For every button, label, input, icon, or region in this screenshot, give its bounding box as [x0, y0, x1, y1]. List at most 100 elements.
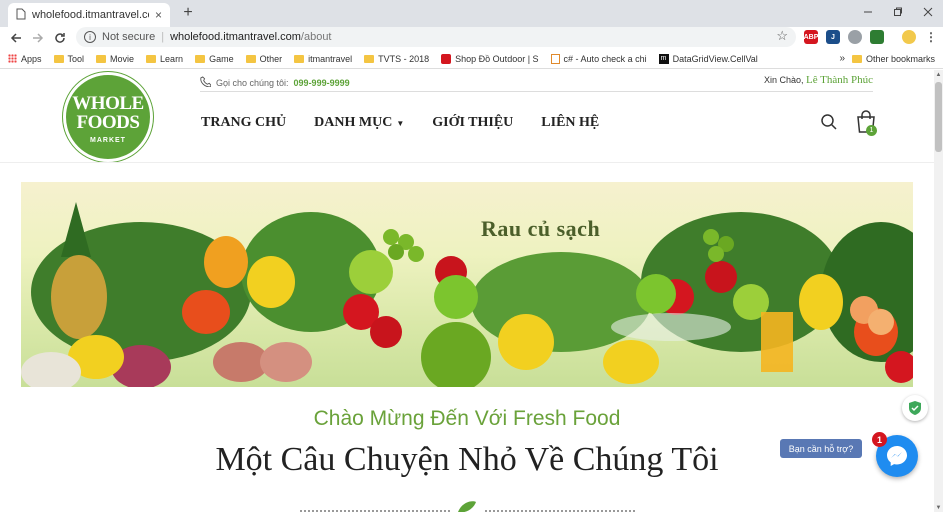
- user-name-link[interactable]: Lê Thành Phúc: [806, 74, 873, 86]
- bookmark-shop-outdoor[interactable]: Shop Đồ Outdoor | S: [441, 53, 539, 64]
- phone-contact: Gọi cho chúng tôi: 099-999-9999: [200, 76, 350, 90]
- folder-icon: [364, 54, 375, 63]
- phone-label: Gọi cho chúng tôi:: [216, 78, 289, 88]
- banner-title: Rau củ sạch: [481, 216, 601, 241]
- nav-label: TRANG CHỦ: [201, 115, 287, 130]
- messenger-icon: [887, 446, 907, 466]
- bookmark-label: itmantravel: [308, 53, 353, 64]
- menu-kebab-icon[interactable]: ⋮: [924, 30, 938, 44]
- bookmark-datagridview[interactable]: m DataGridView.CellVal: [658, 53, 758, 64]
- scroll-thumb[interactable]: [935, 82, 942, 152]
- bookmark-csharp[interactable]: c# - Auto check a chi: [550, 53, 647, 64]
- welcome-subtitle: Chào Mừng Đến Với Fresh Food: [313, 407, 621, 430]
- messenger-unread-badge: 1: [872, 432, 887, 447]
- bookmark-label: Learn: [160, 53, 184, 64]
- folder-icon: [245, 54, 256, 63]
- info-icon[interactable]: i: [84, 31, 96, 43]
- globe-extension-icon[interactable]: [870, 30, 884, 44]
- forward-icon[interactable]: [28, 29, 48, 47]
- bookmark-game[interactable]: Game: [195, 54, 234, 64]
- url-path: /about: [300, 31, 332, 43]
- user-greeting: Xin Chào, Lê Thành Phúc: [764, 74, 873, 86]
- bookmark-label: Movie: [110, 53, 135, 64]
- greeting-prefix: Xin Chào,: [763, 75, 804, 85]
- cloud-extension-icon[interactable]: [848, 30, 862, 44]
- main-navigation: TRANG CHỦ DANH MỤC ▼ GIỚI THIỆU LIÊN HỆ: [201, 115, 599, 131]
- page-icon: [16, 8, 26, 23]
- reload-icon[interactable]: [50, 29, 70, 47]
- restore-icon[interactable]: [883, 2, 913, 22]
- nav-label: GIỚI THIỆU: [432, 115, 514, 130]
- apps-grid-icon: [8, 54, 17, 63]
- nav-label: LIÊN HỆ: [541, 115, 600, 130]
- scroll-up-icon[interactable]: ▲: [934, 70, 943, 79]
- profile-avatar-icon[interactable]: [902, 30, 916, 44]
- bookmark-label: Shop Đồ Outdoor | S: [455, 53, 539, 64]
- webpage: WHOLE FOODS MARKET Gọi cho chúng tôi: 09…: [0, 70, 934, 512]
- caret-down-icon: ▼: [396, 118, 405, 128]
- bookmark-label: Tool: [67, 53, 85, 64]
- nav-categories[interactable]: DANH MỤC ▼: [314, 115, 404, 131]
- phone-number[interactable]: 099-999-9999: [294, 78, 350, 88]
- address-bar[interactable]: i Not secure | wholefood.itmantravel.com…: [76, 27, 796, 47]
- bookmark-label: Apps: [21, 53, 42, 64]
- page-scrollbar[interactable]: ▲ ▼: [934, 70, 943, 512]
- page-icon: [550, 53, 560, 64]
- nav-home[interactable]: TRANG CHỦ: [201, 115, 286, 131]
- folder-icon: [96, 54, 107, 63]
- bookmark-other[interactable]: Other: [245, 53, 283, 64]
- not-secure-label: Not secure: [102, 31, 156, 43]
- bookmark-movie[interactable]: Movie: [96, 54, 134, 64]
- folder-icon: [851, 55, 862, 63]
- bookmark-apps[interactable]: Apps: [8, 54, 42, 64]
- browser-tab[interactable]: wholefood.itmantravel.com/abou ×: [8, 3, 170, 27]
- bookmark-tool[interactable]: Tool: [53, 53, 85, 64]
- minimize-icon[interactable]: [853, 2, 883, 22]
- folder-icon: [294, 54, 305, 63]
- bookmark-label: Other: [259, 53, 283, 64]
- header-topbar: Gọi cho chúng tôi: 099-999-9999 Xin Chào…: [200, 74, 873, 92]
- tab-close-icon[interactable]: ×: [155, 8, 162, 22]
- browser-tab-strip: wholefood.itmantravel.com/abou × +: [0, 0, 943, 27]
- url-text[interactable]: wholefood.itmantravel.com/about: [170, 31, 331, 43]
- url-separator: |: [161, 31, 165, 43]
- other-bookmarks[interactable]: Other bookmarks: [851, 54, 935, 64]
- tab-title: wholefood.itmantravel.com/abou: [32, 9, 149, 21]
- bookmark-learn[interactable]: Learn: [146, 54, 183, 64]
- bookmarks-bar: Apps Tool Movie Learn Game Other itmantr…: [0, 49, 943, 69]
- search-icon[interactable]: [820, 113, 838, 131]
- browser-toolbar: i Not secure | wholefood.itmantravel.com…: [0, 27, 943, 49]
- folder-icon: [53, 54, 64, 63]
- nav-contact[interactable]: LIÊN HỆ: [541, 115, 599, 131]
- help-button[interactable]: Bạn cần hỗ trợ?: [780, 439, 862, 458]
- folder-icon: [146, 54, 157, 63]
- scroll-down-icon[interactable]: ▼: [934, 503, 943, 512]
- shield-check-icon[interactable]: [902, 395, 928, 421]
- shop-icon: [441, 53, 452, 64]
- nav-label: DANH MỤC: [314, 115, 393, 130]
- close-window-icon[interactable]: [913, 2, 943, 22]
- bookmarks-overflow-icon[interactable]: »: [839, 53, 845, 64]
- bookmark-label: c# - Auto check a chi: [563, 53, 647, 64]
- bookmark-tvts[interactable]: TVTS - 2018: [364, 54, 429, 64]
- bookmark-label: TVTS - 2018: [378, 53, 430, 64]
- logo-line1: WHOLE: [72, 93, 144, 114]
- j-extension-icon[interactable]: J: [826, 30, 840, 44]
- cart-count-badge: 1: [866, 125, 877, 136]
- m-icon: m: [658, 53, 669, 64]
- site-logo[interactable]: WHOLE FOODS MARKET: [63, 72, 153, 162]
- nav-about[interactable]: GIỚI THIỆU: [432, 115, 513, 131]
- adblock-icon[interactable]: ABP: [804, 30, 818, 44]
- header-divider: [0, 162, 934, 163]
- new-tab-button[interactable]: +: [178, 3, 198, 23]
- hero-banner: Rau củ sạch: [21, 182, 913, 387]
- url-host: wholefood.itmantravel.com: [170, 31, 301, 43]
- bookmark-label: Game: [209, 53, 234, 64]
- vegetables-illustration: [21, 202, 913, 387]
- back-icon[interactable]: [6, 29, 26, 47]
- bookmark-itmantravel[interactable]: itmantravel: [294, 54, 352, 64]
- bookmark-star-icon[interactable]: ☆: [776, 28, 788, 44]
- bookmark-label: Other bookmarks: [865, 54, 935, 64]
- bookmark-label: DataGridView.CellVal: [672, 53, 758, 64]
- phone-icon: [200, 76, 212, 90]
